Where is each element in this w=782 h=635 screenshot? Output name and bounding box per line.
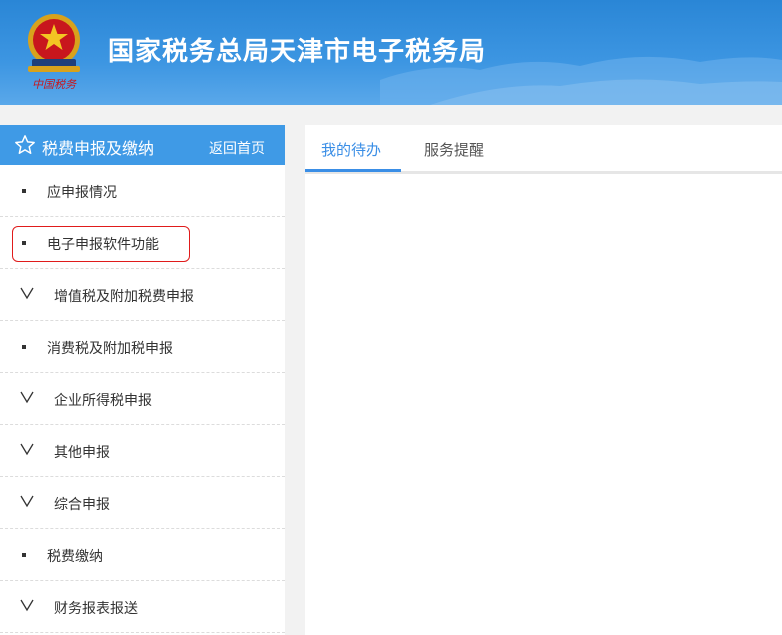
tab-bar: 我的待办 服务提醒	[305, 125, 782, 174]
return-home-link[interactable]: 返回首页	[209, 138, 265, 158]
chevron-down-icon	[20, 495, 34, 508]
menu-item-label: 财务报表报送	[54, 601, 138, 617]
sidebar-title: 税费申报及缴纳	[42, 139, 155, 158]
site-title: 国家税务总局天津市电子税务局	[108, 37, 487, 67]
chevron-down-icon	[20, 599, 34, 612]
menu-item-label: 其他申报	[54, 445, 110, 461]
logo-text: 中国税务	[32, 78, 77, 91]
menu-item-label: 消费税及附加税申报	[47, 341, 173, 357]
chevron-down-icon	[20, 287, 34, 300]
chevron-down-icon	[20, 391, 34, 404]
menu-item-financial-statements[interactable]: 财务报表报送	[0, 581, 285, 633]
tax-emblem-icon: 中国税务	[28, 14, 80, 91]
sidebar-header: 税费申报及缴纳 返回首页	[0, 125, 285, 165]
menu-item-label: 应申报情况	[47, 185, 117, 201]
menu-item-label: 企业所得税申报	[54, 393, 152, 409]
menu-item-label: 电子申报软件功能	[47, 237, 159, 253]
menu-item-label: 增值税及附加税费申报	[54, 289, 194, 305]
bullet-icon	[22, 189, 26, 193]
tab-my-todos[interactable]: 我的待办	[321, 139, 381, 160]
site-header: 中国税务 国家税务总局天津市电子税务局	[0, 0, 782, 105]
main-content: 我的待办 服务提醒	[305, 125, 782, 635]
bullet-icon	[22, 553, 26, 557]
menu-item-comprehensive-declaration[interactable]: 综合申报	[0, 477, 285, 529]
chevron-down-icon	[20, 443, 34, 456]
menu-item-label: 综合申报	[54, 497, 110, 513]
star-icon[interactable]	[14, 134, 36, 156]
menu-item-label: 税费缴纳	[47, 549, 103, 565]
menu-item-tax-payment[interactable]: 税费缴纳	[0, 529, 285, 581]
active-tab-indicator	[305, 169, 401, 172]
menu-item-declaration-status[interactable]: 应申报情况	[0, 165, 285, 217]
menu-item-e-declaration-software[interactable]: 电子申报软件功能	[0, 217, 285, 269]
sidebar-menu: 应申报情况 电子申报软件功能 增值税及附加税费申报 消费税及附加税申报 企业所得…	[0, 165, 285, 633]
menu-item-consumption-tax[interactable]: 消费税及附加税申报	[0, 321, 285, 373]
menu-item-other-declaration[interactable]: 其他申报	[0, 425, 285, 477]
bullet-icon	[22, 345, 26, 349]
bullet-icon	[22, 241, 26, 245]
tab-service-reminders[interactable]: 服务提醒	[424, 139, 484, 160]
sidebar: 税费申报及缴纳 返回首页 应申报情况 电子申报软件功能 增值税及附加税费申报 消…	[0, 125, 285, 635]
menu-item-vat-declaration[interactable]: 增值税及附加税费申报	[0, 269, 285, 321]
menu-item-corporate-income-tax[interactable]: 企业所得税申报	[0, 373, 285, 425]
